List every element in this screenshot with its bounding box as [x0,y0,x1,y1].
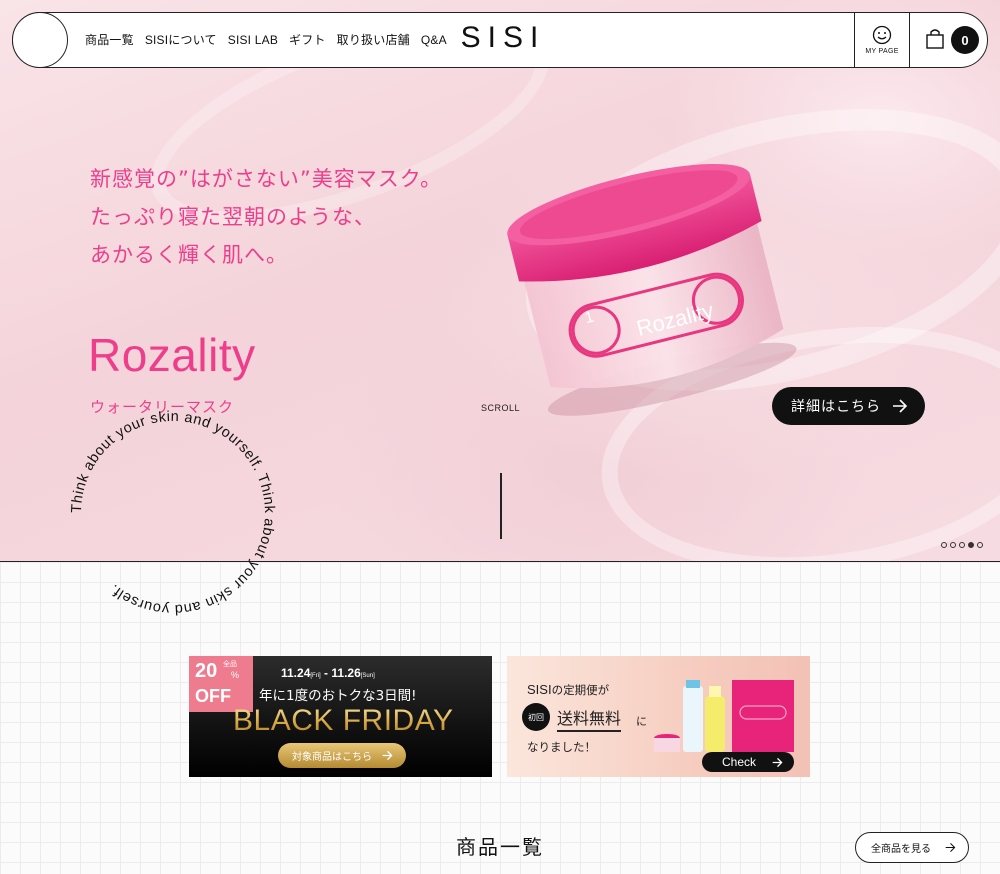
nav-item-gift[interactable]: ギフト [289,31,326,48]
circular-tagline-text: Think about your skin and yourself. Thin… [69,409,277,617]
nav-item-products[interactable]: 商品一覧 [85,31,134,48]
subscription-banner[interactable]: SISIの定期便が 初回 送料無料 に なりました！ Check [507,656,810,777]
slider-dot[interactable] [959,542,965,548]
discount-off: OFF [195,686,231,706]
mypage-label: MY PAGE [865,48,899,55]
first-time-badge: 初回 [522,703,550,731]
arrow-right-icon [893,399,908,413]
nav-item-lab[interactable]: SISI LAB [228,33,278,47]
cart-count-badge: 0 [951,26,979,54]
sale-tagline: 年に1度のおトクな3日間! [259,688,417,704]
sale-products-button-label: 対象商品はこちら [292,752,372,763]
subscription-check-label: Check [722,755,757,769]
free-shipping-text: 送料無料 [557,705,622,732]
discount-mini-label: 全品 [223,660,237,668]
hero-copy-line: 新感覚の”はがさない”美容マスク。 [90,167,443,191]
sale-products-button[interactable]: 対象商品はこちら [278,743,406,768]
sale-date-end: 11.26 [331,666,361,680]
slider-dot[interactable] [977,542,983,548]
smile-icon [872,25,892,45]
slider-dot[interactable] [968,542,974,548]
circular-tagline: Think about your skin and yourself. Thin… [69,409,277,617]
slider-dot[interactable] [950,542,956,548]
nav-item-stores[interactable]: 取り扱い店舗 [337,31,410,48]
slider-dot[interactable] [941,542,947,548]
menu-circle-button[interactable] [12,12,68,68]
discount-value: 20 [195,660,218,682]
subscription-line1-rest: の定期便が [551,683,610,697]
view-all-products-label: 全商品を見る [871,844,931,855]
site-header: 商品一覧 SISIについて SISI LAB ギフト 取り扱い店舗 Q&A SI… [12,12,988,68]
arrow-right-icon [772,757,783,768]
svg-text:Think about your skin and your: Think about your skin and yourself. Thin… [69,409,277,617]
detail-button-label: 詳細はこちら [791,399,881,415]
subscription-line1: SISIの定期便が [527,682,609,698]
arrow-right-icon [945,843,956,852]
scroll-indicator-line [500,473,502,539]
subscription-brand: SISI [527,682,552,697]
arrow-right-icon [382,750,393,761]
subscription-check-button[interactable]: Check [702,752,794,772]
product-jar-image: 1 Rozality [507,163,797,416]
products-section-title: 商品一覧 [456,835,544,859]
hero-copy-line: たっぷり寝た翌朝のような、 [90,205,376,229]
sale-date-start-day: [Fri] [310,673,321,679]
product-name: Rozality [88,329,256,381]
view-all-products-button[interactable]: 全商品を見る [855,832,969,863]
scroll-label: SCROLL [481,403,521,413]
mypage-button[interactable]: MY PAGE [854,12,910,68]
cart-button[interactable]: 0 [923,23,983,57]
global-nav: 商品一覧 SISIについて SISI LAB ギフト 取り扱い店舗 Q&A [85,13,447,66]
hero-copy-line: あかるく輝く肌へ。 [90,243,288,267]
nav-item-about[interactable]: SISIについて [145,31,217,48]
black-friday-banner[interactable]: 20 全品 % OFF 11.24[Fri] - 11.26[Sun] 年に1度… [189,656,492,777]
nav-item-faq[interactable]: Q&A [421,33,447,47]
brand-logo[interactable]: SISI [453,21,553,55]
sale-date-sep: - [320,666,332,680]
subscription-line3: なりました！ [527,740,596,754]
sale-date-end-day: [Sun] [360,673,375,679]
discount-percent: % [231,670,240,680]
sale-title: BLACK FRIDAY [233,704,454,737]
hero-copy: 新感覚の”はがさない”美容マスク。 たっぷり寝た翌朝のような、 あかるく輝く肌へ… [90,160,442,274]
detail-button[interactable]: 詳細はこちら [772,387,925,425]
subscription-products-image [654,680,794,752]
sale-date-start: 11.24 [281,666,311,680]
sale-dates: 11.24[Fri] - 11.26[Sun] [281,666,375,680]
subscription-particle: に [636,715,647,728]
slider-dots [941,542,983,548]
shopping-bag-icon [926,29,944,49]
